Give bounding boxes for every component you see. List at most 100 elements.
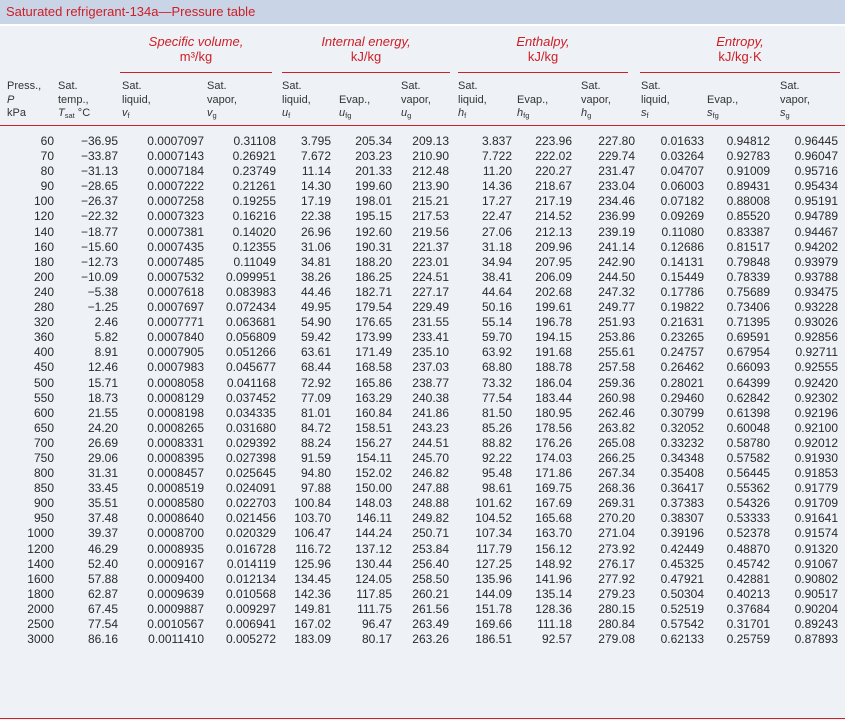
table-row: 70 −33.87 0.0007143 0.26921 7.672 203.23 210.9… bbox=[0, 149, 845, 164]
table-cell: 104.52 bbox=[475, 511, 512, 526]
table-cell: 0.89431 bbox=[726, 179, 770, 194]
table-cell: 0.58780 bbox=[726, 435, 770, 450]
table-cell: 117.79 bbox=[476, 541, 512, 556]
table-row: 550 18.73 0.0008129 0.037452 77.09 163.29 240.… bbox=[0, 391, 845, 406]
table-cell: 0.034335 bbox=[225, 405, 276, 420]
table-cell: 242.90 bbox=[598, 254, 635, 269]
table-cell: 0.64399 bbox=[726, 375, 770, 390]
column-header-line: liquid, bbox=[458, 93, 487, 106]
table-cell: 199.60 bbox=[355, 179, 392, 194]
table-cell: 0.91709 bbox=[794, 496, 838, 511]
table-cell: 231.47 bbox=[598, 164, 635, 179]
table-cell: 249.77 bbox=[598, 300, 635, 315]
table-cell: 257.58 bbox=[598, 360, 635, 375]
column-header-line: vf bbox=[122, 107, 151, 123]
table-cell: 209.13 bbox=[412, 134, 449, 148]
table-cell: 141.96 bbox=[535, 571, 572, 586]
column-header: Sat. vapor, hg bbox=[581, 80, 611, 123]
table-cell: 233.41 bbox=[412, 330, 449, 345]
table-body: 60 −36.95 0.0007097 0.31108 3.795 205.34 209.1… bbox=[0, 134, 845, 647]
table-cell: 22.38 bbox=[300, 209, 331, 224]
table-cell: 86.16 bbox=[87, 632, 118, 647]
table-cell: 0.91641 bbox=[794, 511, 838, 526]
table-cell: 267.34 bbox=[598, 466, 635, 481]
table-cell: 219.56 bbox=[412, 224, 449, 239]
table-cell: 0.67954 bbox=[726, 345, 770, 360]
table-cell: 0.04707 bbox=[660, 164, 704, 179]
table-cell: 0.33232 bbox=[660, 435, 704, 450]
table-cell: 0.40213 bbox=[726, 586, 770, 601]
table-cell: 80.17 bbox=[361, 632, 392, 647]
table-cell: 0.0008395 bbox=[147, 450, 204, 465]
column-header-symbol: T bbox=[58, 107, 65, 119]
table-cell: 224.51 bbox=[412, 269, 449, 284]
table-cell: 106.47 bbox=[294, 526, 331, 541]
column-header-line: kPa bbox=[7, 107, 26, 119]
column-header-line: vapor, bbox=[780, 93, 810, 106]
table-cell: 1200 bbox=[27, 541, 54, 556]
table-cell: −26.37 bbox=[80, 194, 118, 209]
group-unit: m³/kg bbox=[179, 49, 213, 64]
table-cell: 276.17 bbox=[598, 556, 635, 571]
column-header-line: ufg bbox=[339, 107, 370, 123]
table-cell: 85.26 bbox=[481, 420, 512, 435]
table-cell: −36.95 bbox=[80, 134, 118, 148]
table-cell: 280 bbox=[33, 300, 54, 315]
table-cell: 850 bbox=[33, 481, 54, 496]
table-cell: 198.01 bbox=[355, 194, 392, 209]
group-name: Enthalpy, bbox=[516, 34, 570, 49]
table-cell: 72.92 bbox=[300, 375, 331, 390]
table-cell: 0.06003 bbox=[660, 179, 704, 194]
table-cell: 183.44 bbox=[535, 390, 572, 405]
table-cell: 0.07182 bbox=[660, 194, 704, 209]
table-cell: 0.0008058 bbox=[147, 375, 204, 390]
table-cell: 241.14 bbox=[598, 239, 635, 254]
column-header-line: vapor, bbox=[401, 93, 431, 106]
table-cell: 0.009297 bbox=[225, 601, 276, 616]
table-cell: 100.84 bbox=[294, 496, 331, 511]
table-row: 400 8.91 0.0007905 0.051266 63.61 171.49 235.1… bbox=[0, 345, 845, 360]
table-cell: 0.61398 bbox=[726, 405, 770, 420]
column-header: Sat. temp., Tsat °C bbox=[58, 80, 90, 123]
group-header-internal-energy: Internal energy, kJ/kg bbox=[282, 34, 450, 64]
column-header-line: sg bbox=[780, 107, 810, 123]
table-cell: 0.23749 bbox=[232, 164, 276, 179]
table-cell: 0.93475 bbox=[794, 284, 838, 299]
table-cell: 244.51 bbox=[412, 435, 449, 450]
table-cell: 245.70 bbox=[412, 450, 449, 465]
table-cell: 0.056809 bbox=[225, 330, 276, 345]
table-cell: 60 bbox=[40, 134, 54, 148]
table-cell: 0.91067 bbox=[794, 556, 838, 571]
table-cell: 246.82 bbox=[412, 466, 449, 481]
table-cell: 0.0008519 bbox=[147, 481, 204, 496]
table-cell: 179.54 bbox=[355, 300, 392, 315]
table-cell: 0.0008198 bbox=[147, 405, 204, 420]
table-cell: 1800 bbox=[27, 586, 54, 601]
table-cell: 205.34 bbox=[355, 134, 392, 148]
table-row: 360 5.82 0.0007840 0.056809 59.42 173.99 233.4… bbox=[0, 330, 845, 345]
table-cell: 199.61 bbox=[535, 300, 572, 315]
table-cell: 100 bbox=[33, 194, 54, 209]
table-cell: 31.31 bbox=[87, 466, 118, 481]
table-cell: 0.52378 bbox=[726, 526, 770, 541]
table-cell: 11.14 bbox=[301, 164, 331, 179]
table-cell: −12.73 bbox=[80, 254, 118, 269]
table-cell: 156.12 bbox=[535, 541, 572, 556]
table-cell: 0.19822 bbox=[660, 300, 704, 315]
table-cell: 0.21631 bbox=[660, 315, 704, 330]
table-cell: 160 bbox=[33, 239, 54, 254]
table-cell: 50.16 bbox=[481, 300, 512, 315]
table-cell: 11.20 bbox=[482, 164, 512, 179]
table-cell: 0.71395 bbox=[726, 315, 770, 330]
table-cell: 0.55362 bbox=[726, 481, 770, 496]
table-cell: 0.0007097 bbox=[147, 134, 204, 148]
table-cell: 0.90204 bbox=[794, 601, 838, 616]
table-cell: 201.33 bbox=[355, 164, 392, 179]
table-cell: 0.62133 bbox=[660, 632, 704, 647]
table-cell: 0.0007905 bbox=[147, 345, 204, 360]
table-cell: 38.26 bbox=[300, 269, 331, 284]
table-cell: 135.96 bbox=[475, 571, 512, 586]
column-header: Evap., ufg bbox=[339, 80, 370, 123]
table-cell: 0.38307 bbox=[660, 511, 704, 526]
table-cell: 0.005272 bbox=[225, 632, 276, 647]
